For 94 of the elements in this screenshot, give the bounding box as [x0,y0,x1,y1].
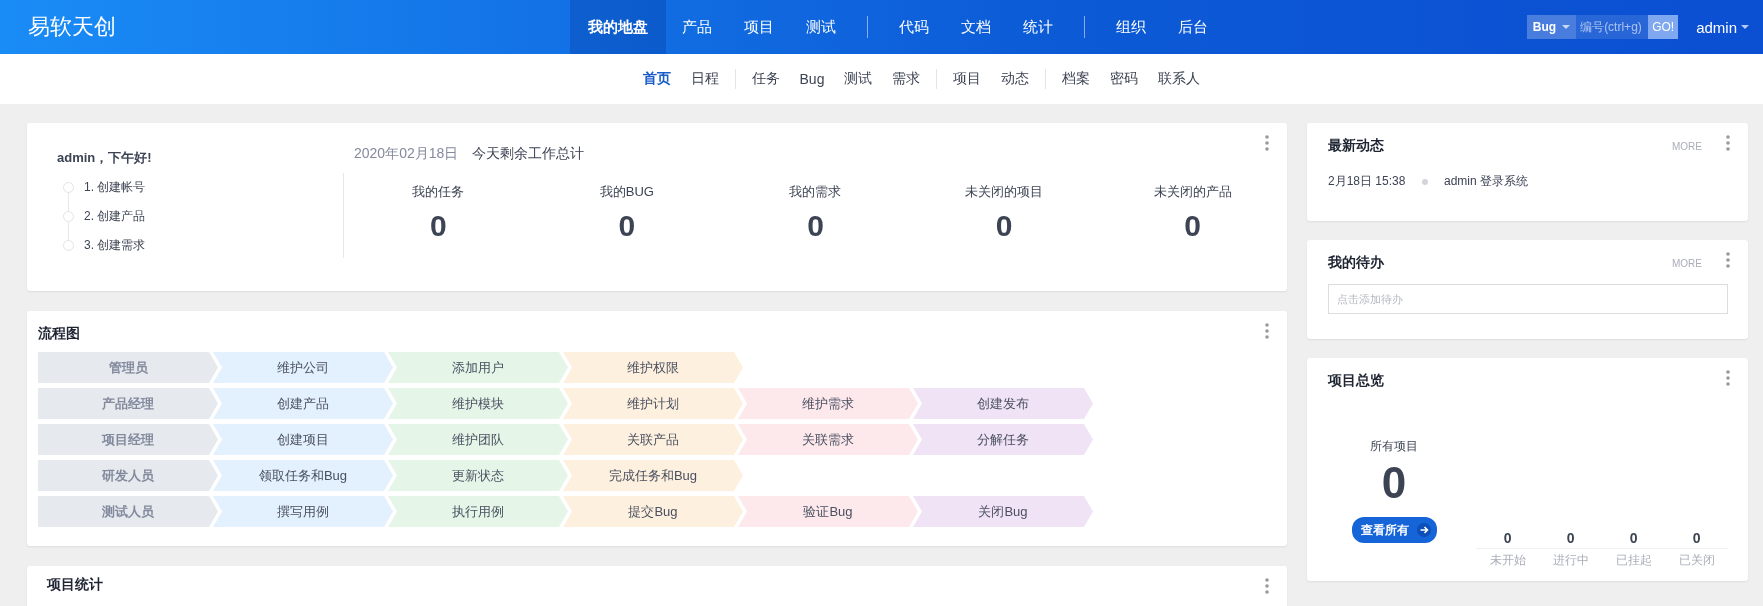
view-all-button[interactable]: 查看所有 [1351,517,1437,543]
count-label: 已关闭 [1678,552,1715,569]
nav-tab[interactable]: 产品 [666,0,728,54]
card-title: 项目统计 [47,576,103,594]
date-text: 2020年02月18日 [354,145,459,163]
activity-text: admin 登录系统 [1444,173,1529,190]
flow-step: 创建项目 [213,424,393,455]
stat-value: 0 [618,209,636,243]
role-step: 测试人员 [38,496,218,527]
stat-value: 0 [1184,209,1201,243]
card-title: 我的待办 [1328,254,1384,272]
count-value: 0 [1602,530,1666,549]
flow-step: 维护公司 [213,352,393,383]
flow-step: 维护计划 [563,388,743,419]
flow-step: 创建发布 [913,388,1093,419]
count-label: 未开始 [1489,552,1526,569]
nav-tab[interactable]: 我的地盘 [570,0,666,54]
card-title: 项目总览 [1328,372,1384,390]
greeting-text: admin，下午好! [57,149,153,167]
flow-step: 维护权限 [563,352,743,383]
step-label: 3. 创建需求 [84,237,146,254]
stat-label: 我的BUG [599,183,654,201]
subnav-tab[interactable]: 项目 [943,70,992,88]
subnav-tab[interactable]: 密码 [1100,70,1149,88]
subnav-tab[interactable]: 任务 [741,70,790,88]
subnav-tab[interactable]: 日程 [680,70,729,88]
subnav-tab[interactable]: 联系人 [1148,70,1211,88]
more-options-icon[interactable] [1726,252,1730,268]
step-label: 1. 创建帐号 [84,179,146,196]
subnav-tab[interactable]: 需求 [882,70,931,88]
count-label: 进行中 [1552,552,1589,569]
flow-step: 维护模块 [388,388,568,419]
flow-step: 创建产品 [213,388,393,419]
flow-step: 关闭Bug [913,496,1093,527]
count-value: 0 [1539,530,1603,549]
caret-icon [1562,25,1571,29]
role-step: 项目经理 [38,424,218,455]
stat-label: 未关闭的产品 [1153,183,1232,201]
more-options-icon[interactable] [1265,578,1269,594]
flow-step: 提交Bug [563,496,743,527]
role-step: 研发人员 [38,460,218,491]
flow-step: 分解任务 [913,424,1093,455]
search-type-dropdown[interactable]: Bug [1526,15,1577,39]
step-label: 2. 创建产品 [84,208,146,225]
arrow-right-icon [1416,523,1431,537]
flow-step: 完成任务和Bug [563,460,743,491]
stat-label: 未关闭的项目 [965,183,1044,201]
flow-step: 撰写用例 [213,496,393,527]
flow-step: 验证Bug [738,496,918,527]
subnav-tab[interactable]: 首页 [632,70,681,88]
nav-tab[interactable]: 文档 [945,0,1007,54]
role-step: 管理员 [38,352,218,383]
more-options-icon[interactable] [1726,370,1730,386]
more-options-icon[interactable] [1265,323,1269,339]
count-label: 已挂起 [1615,552,1652,569]
flow-step: 更新状态 [388,460,568,491]
nav-tab[interactable]: 组织 [1100,0,1162,54]
nav-tab[interactable]: 项目 [728,0,790,54]
flow-step: 关联产品 [563,424,743,455]
stat-label: 我的需求 [789,183,842,201]
overview-label: 所有项目 [1370,438,1419,455]
stat-value: 0 [807,209,824,243]
nav-tab[interactable]: 代码 [883,0,945,54]
nav-tab[interactable]: 后台 [1162,0,1224,54]
flow-step: 关联需求 [738,424,918,455]
card-title: 流程图 [38,325,80,343]
count-value: 0 [1665,530,1729,549]
subnav-tab[interactable]: 动态 [991,70,1040,88]
flow-step: 执行用例 [388,496,568,527]
stat-value: 0 [429,209,447,243]
nav-tab[interactable]: 测试 [790,0,852,54]
overview-value: 0 [1381,459,1407,507]
user-menu[interactable]: admin [1696,18,1749,36]
more-options-icon[interactable] [1265,135,1269,151]
flow-step: 领取任务和Bug [213,460,393,491]
count-value: 0 [1476,530,1540,549]
flow-step: 维护团队 [388,424,568,455]
role-step: 产品经理 [38,388,218,419]
stat-value: 0 [995,209,1013,243]
flow-step: 维护需求 [738,388,918,419]
flow-step: 添加用户 [388,352,568,383]
more-options-icon[interactable] [1726,135,1730,151]
activity-time: 2月18日 15:38 [1328,173,1407,190]
logo-text[interactable]: 易软天创 [0,12,570,42]
summary-title: 今天剩余工作总计 [472,145,585,163]
nav-tab[interactable]: 统计 [1007,0,1069,54]
subnav-tab[interactable]: Bug [789,71,835,87]
subnav-tab[interactable]: 档案 [1052,70,1101,88]
subnav-tab[interactable]: 测试 [834,70,883,88]
card-title: 最新动态 [1328,137,1384,155]
add-todo-field[interactable]: 点击添加待办 [1328,284,1728,314]
caret-icon [1741,25,1749,29]
bullet-icon [1422,178,1428,185]
stat-label: 我的任务 [412,183,465,201]
